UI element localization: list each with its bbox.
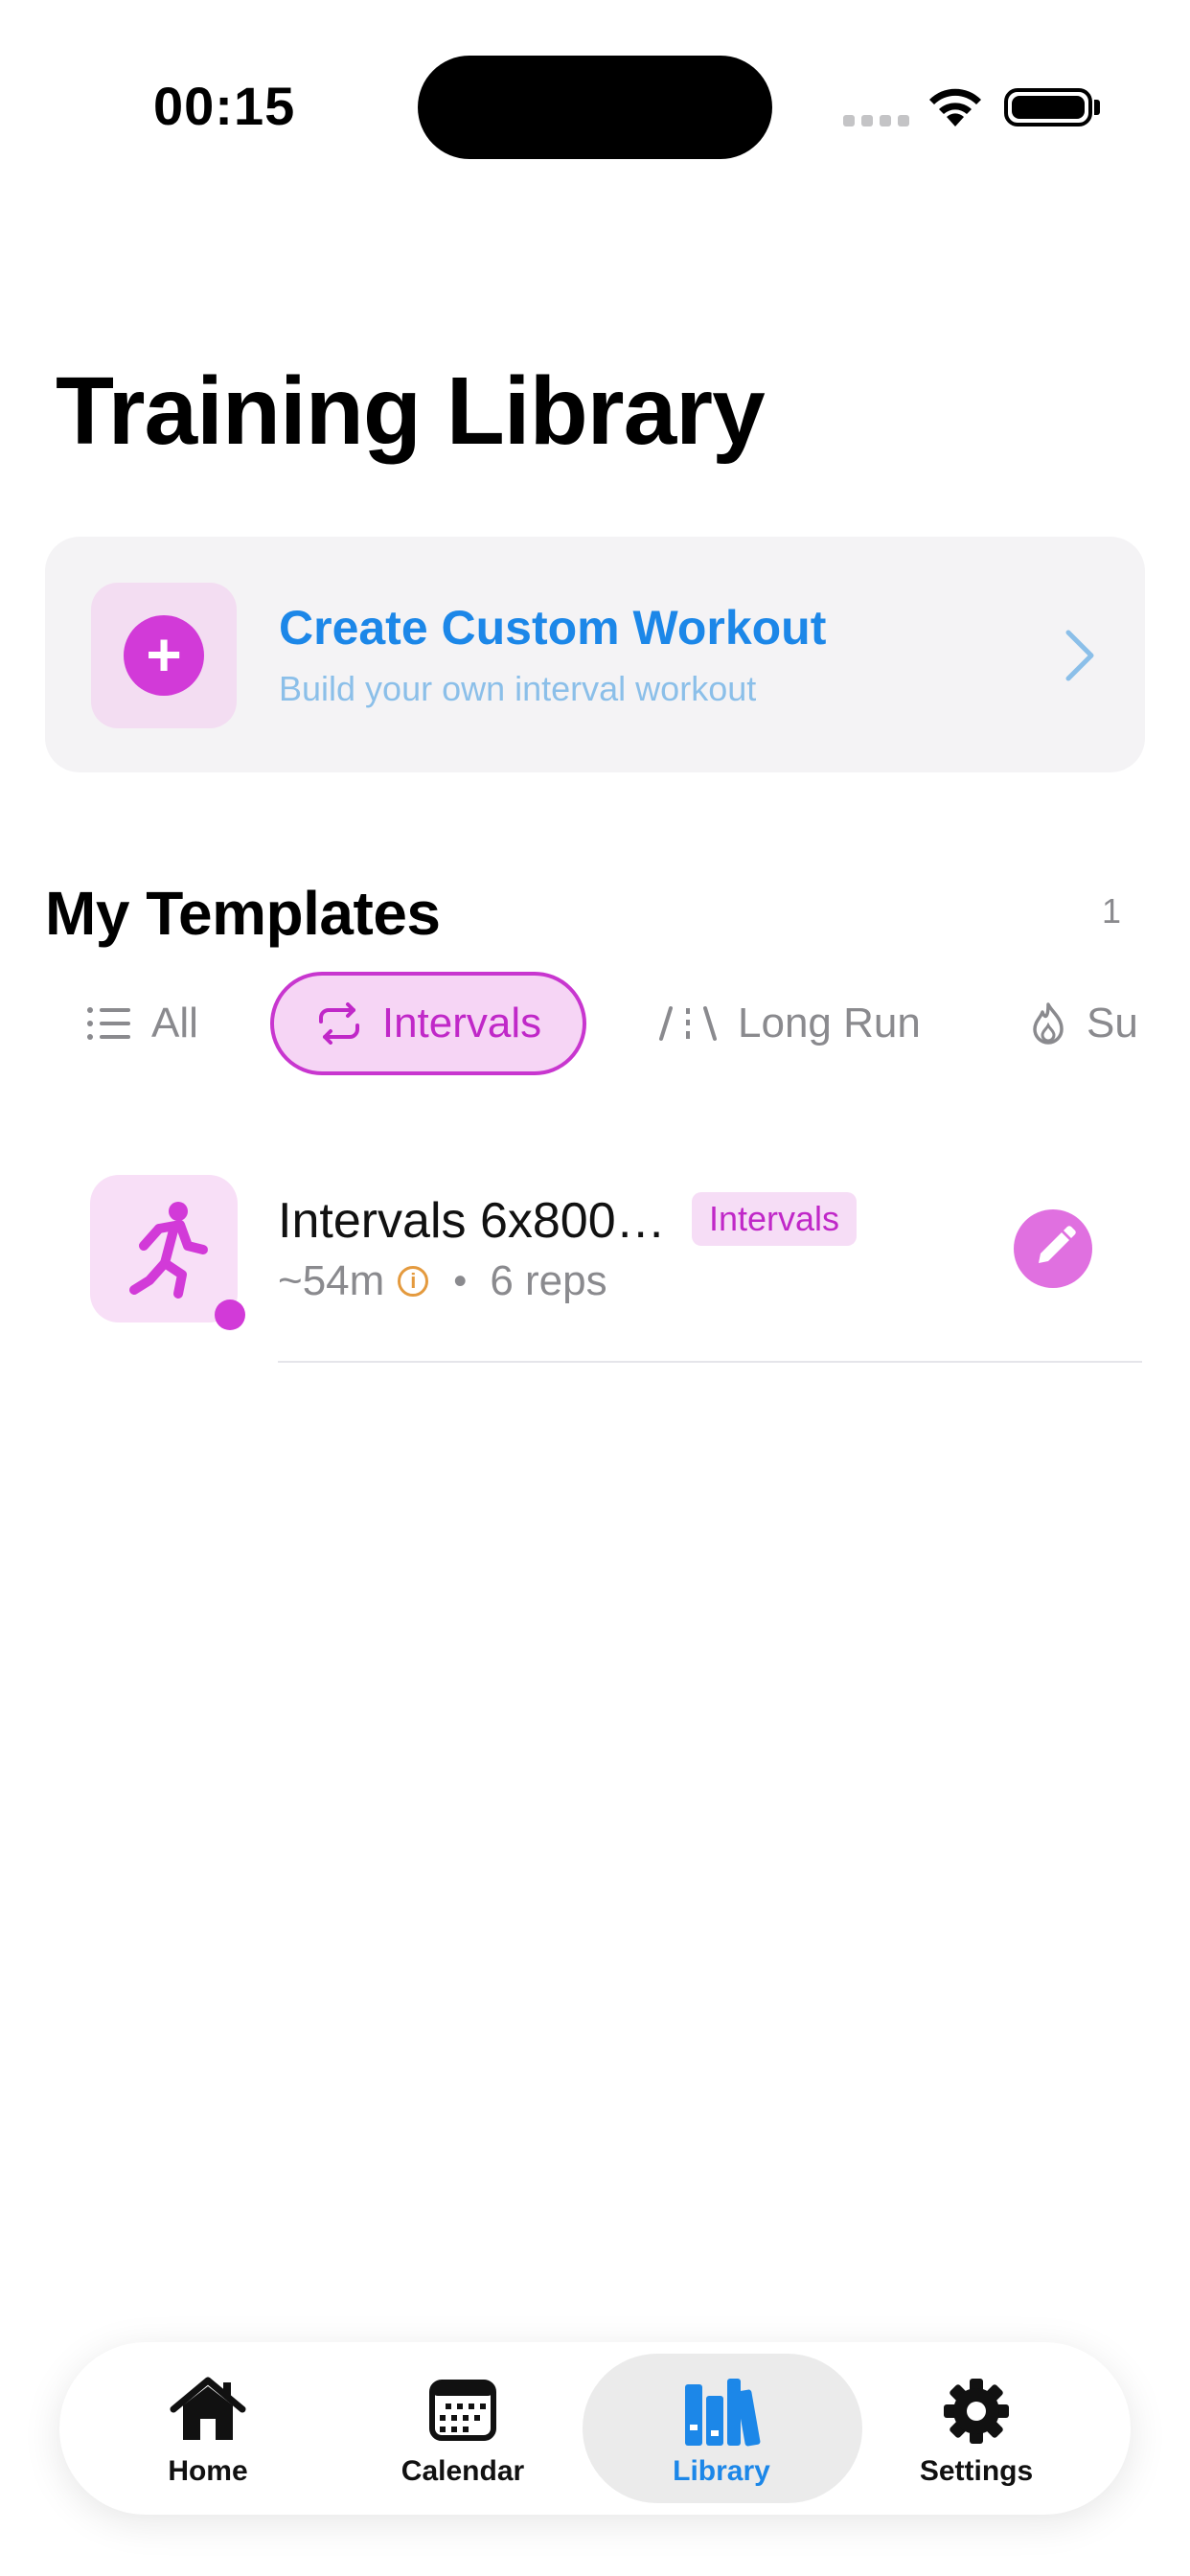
plus-circle-icon: + <box>124 615 204 696</box>
create-card-title: Create Custom Workout <box>279 601 827 655</box>
section-title: My Templates <box>45 879 441 948</box>
create-icon-container: + <box>91 583 237 728</box>
filter-chips: All Intervals Long Run Su <box>0 972 1190 1079</box>
template-duration: ~54m <box>278 1257 385 1304</box>
tab-label: Calendar <box>400 2455 525 2487</box>
tab-label: Library <box>673 2455 770 2487</box>
books-icon <box>685 2379 761 2447</box>
tab-home[interactable]: Home <box>79 2342 337 2515</box>
template-type-badge: Intervals <box>692 1192 858 1246</box>
house-icon <box>170 2377 246 2440</box>
dynamic-island <box>418 56 772 159</box>
tab-settings[interactable]: Settings <box>847 2342 1106 2515</box>
list-icon <box>87 1007 130 1040</box>
info-icon[interactable]: i <box>398 1266 429 1297</box>
template-meta: ~54m i • 6 reps <box>278 1257 607 1305</box>
battery-icon <box>1004 88 1092 126</box>
template-count: 1 <box>1102 891 1122 931</box>
tab-calendar[interactable]: Calendar <box>333 2342 592 2515</box>
filter-chip-su[interactable]: Su <box>1029 972 1138 1075</box>
filter-chip-all[interactable]: All <box>86 972 198 1075</box>
cellular-signal-icon <box>843 115 909 126</box>
create-card-subtitle: Build your own interval workout <box>279 669 757 708</box>
pencil-icon <box>1039 1226 1076 1263</box>
page-title: Training Library <box>56 357 766 465</box>
tab-label: Settings <box>919 2455 1034 2487</box>
template-icon-container <box>90 1175 238 1322</box>
filter-chip-label: All <box>151 1000 198 1046</box>
filter-chip-label: Intervals <box>381 1000 542 1046</box>
filter-chip-label: Long Run <box>738 1000 921 1046</box>
template-reps: 6 reps <box>490 1257 607 1304</box>
filter-chip-intervals[interactable]: Intervals <box>270 972 586 1075</box>
status-time: 00:15 <box>153 76 296 136</box>
runner-icon <box>129 1202 208 1299</box>
tab-label: Home <box>168 2455 248 2487</box>
meta-separator: • <box>453 1259 468 1302</box>
road-icon <box>659 1006 717 1041</box>
template-status-dot <box>215 1300 245 1330</box>
filter-chip-long-run[interactable]: Long Run <box>657 972 921 1075</box>
gear-icon <box>944 2379 1009 2444</box>
edit-template-button[interactable] <box>1014 1209 1092 1288</box>
flame-icon <box>1033 1002 1064 1045</box>
create-custom-workout-card[interactable]: + Create Custom Workout Build your own i… <box>45 537 1145 772</box>
calendar-icon <box>429 2380 496 2441</box>
row-divider <box>278 1361 1142 1363</box>
repeat-icon <box>318 1002 359 1045</box>
chevron-right-icon <box>1065 630 1094 681</box>
filter-chip-label: Su <box>1087 1000 1138 1046</box>
wifi-icon <box>929 88 981 126</box>
template-name: Intervals 6x800… <box>278 1193 666 1249</box>
battery-cap <box>1094 100 1100 115</box>
template-row[interactable]: Intervals 6x800… Intervals ~54m i • 6 re… <box>0 1169 1190 1363</box>
tab-bar: Home Calendar Library Settings <box>59 2342 1131 2515</box>
tab-library[interactable]: Library <box>592 2342 851 2515</box>
